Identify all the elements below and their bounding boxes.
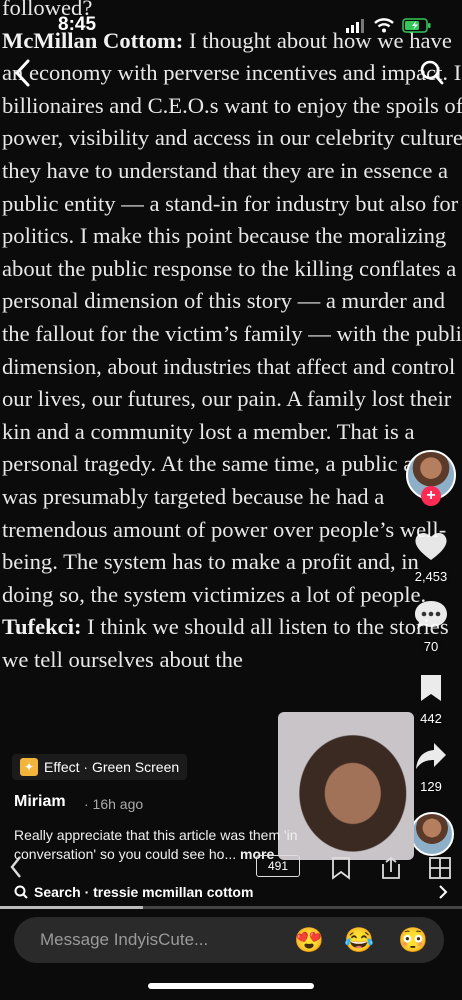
effect-sparkle-icon: ✦ <box>20 758 38 776</box>
message-input[interactable]: Message IndyisCute... 😍 😂 😳 <box>14 917 444 963</box>
status-bar: 8:45 <box>0 12 462 42</box>
like-button[interactable]: 2,453 <box>406 530 456 584</box>
heart-icon[interactable] <box>413 530 449 562</box>
comment-timestamp: · 16h ago <box>84 796 144 812</box>
laughing-emoji-button[interactable]: 😂 <box>344 926 374 955</box>
article-text: followed? McMillan Cottom: I thought abo… <box>2 0 462 676</box>
follow-plus-icon[interactable]: + <box>421 486 441 506</box>
bookmark-outline-icon[interactable] <box>330 856 352 880</box>
heart-eyes-emoji-button[interactable]: 😍 <box>294 926 324 955</box>
article-paragraph-2: Tufekci: I think we should all listen to… <box>2 611 462 676</box>
video-progress-fill <box>0 906 144 909</box>
sound-disc-icon[interactable] <box>410 812 454 856</box>
chevron-left-icon[interactable] <box>8 854 24 880</box>
comment-username[interactable]: Miriam <box>14 793 66 811</box>
share-outline-icon[interactable] <box>380 856 402 880</box>
status-time: 8:45 <box>58 14 97 35</box>
battery-icon <box>402 18 431 33</box>
home-indicator <box>148 983 314 989</box>
bookmark-icon[interactable] <box>416 672 446 704</box>
like-count: 2,453 <box>414 569 448 584</box>
grid-icon[interactable] <box>428 856 452 880</box>
share-arrow-icon[interactable] <box>414 740 448 772</box>
message-placeholder: Message IndyisCute... <box>40 930 209 949</box>
effect-text: Effect · Green Screen <box>44 759 180 775</box>
effect-label[interactable]: ✦ Effect · Green Screen <box>12 754 188 780</box>
chevron-right-icon <box>439 885 448 899</box>
search-small-icon <box>14 885 28 899</box>
search-text: Search · tressie mcmillan cottom <box>34 884 254 900</box>
paragraph-text: I thought about how we have an economy w… <box>2 27 462 607</box>
flushed-emoji-button[interactable]: 😳 <box>398 926 428 955</box>
comment-button[interactable]: 70 <box>406 598 456 654</box>
wifi-icon <box>374 18 394 33</box>
creator-avatar[interactable]: + <box>406 450 456 506</box>
search-bar[interactable]: Search · tressie mcmillan cottom <box>0 878 462 906</box>
back-icon[interactable] <box>12 58 34 88</box>
comment-count: 70 <box>423 639 439 654</box>
search-icon[interactable] <box>420 60 444 86</box>
cellular-signal-icon <box>346 18 364 33</box>
video-progress[interactable] <box>0 906 462 909</box>
speaker-name: Tufekci: <box>2 614 82 640</box>
reply-count-badge[interactable]: 491 <box>256 855 300 877</box>
comment-bubble-icon[interactable] <box>413 598 449 632</box>
article-paragraph-1: McMillan Cottom: I thought about how we … <box>2 25 462 612</box>
